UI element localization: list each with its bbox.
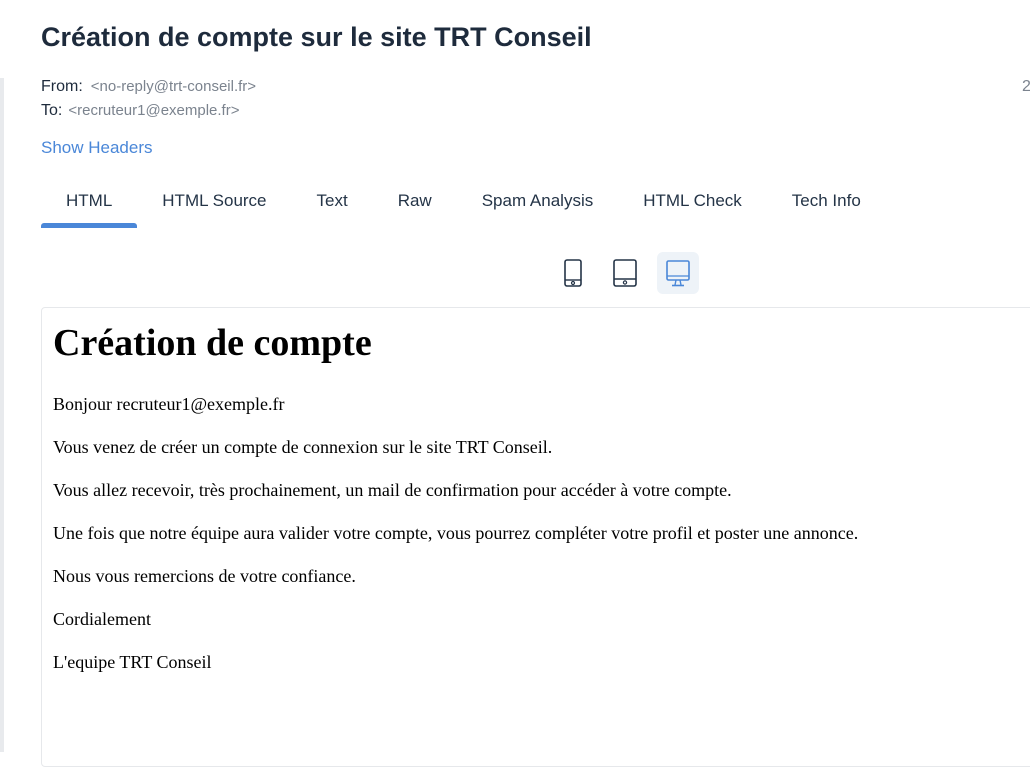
- email-paragraph: Nous vous remercions de votre confiance.: [53, 566, 356, 586]
- desktop-view-button[interactable]: [657, 252, 699, 294]
- email-paragraph: Une fois que notre équipe aura valider v…: [53, 523, 859, 543]
- tab-raw[interactable]: Raw: [373, 174, 457, 228]
- to-address: <recruteur1@exemple.fr>: [68, 102, 240, 119]
- email-greeting: Bonjour recruteur1@exemple.fr: [53, 394, 285, 414]
- email-heading: Création de compte: [53, 322, 372, 364]
- email-preview-frame[interactable]: Création de compte Bonjour recruteur1@ex…: [41, 307, 1030, 767]
- desktop-icon: [666, 260, 690, 287]
- from-address: <no-reply@trt-conseil.fr>: [90, 78, 257, 95]
- show-headers-link[interactable]: Show Headers: [41, 138, 153, 158]
- to-header: To: <recruteur1@exemple.fr>: [41, 102, 239, 120]
- mobile-icon: [564, 259, 582, 287]
- tablet-view-button[interactable]: [604, 252, 646, 294]
- view-tabs: HTML HTML Source Text Raw Spam Analysis …: [41, 174, 886, 228]
- tab-tech-info[interactable]: Tech Info: [767, 174, 886, 228]
- email-paragraph: Vous venez de créer un compte de connexi…: [53, 437, 553, 457]
- message-date: 2: [1022, 78, 1030, 95]
- message-subject: Création de compte sur le site TRT Conse…: [41, 22, 592, 52]
- to-label: To:: [41, 102, 63, 119]
- left-sidebar-edge: [0, 78, 4, 752]
- from-label: From:: [41, 78, 83, 95]
- tab-html-source[interactable]: HTML Source: [137, 174, 291, 228]
- from-header: From: <no-reply@trt-conseil.fr>: [41, 78, 256, 96]
- email-closing: Cordialement: [53, 609, 151, 629]
- tab-spam-analysis[interactable]: Spam Analysis: [457, 174, 619, 228]
- tab-html[interactable]: HTML: [41, 174, 138, 228]
- mobile-view-button[interactable]: [552, 252, 594, 294]
- tab-html-check[interactable]: HTML Check: [618, 174, 767, 228]
- email-signature: L'equipe TRT Conseil: [53, 652, 212, 672]
- tab-text[interactable]: Text: [292, 174, 373, 228]
- email-paragraph: Vous allez recevoir, très prochainement,…: [53, 480, 732, 500]
- tablet-icon: [613, 259, 637, 287]
